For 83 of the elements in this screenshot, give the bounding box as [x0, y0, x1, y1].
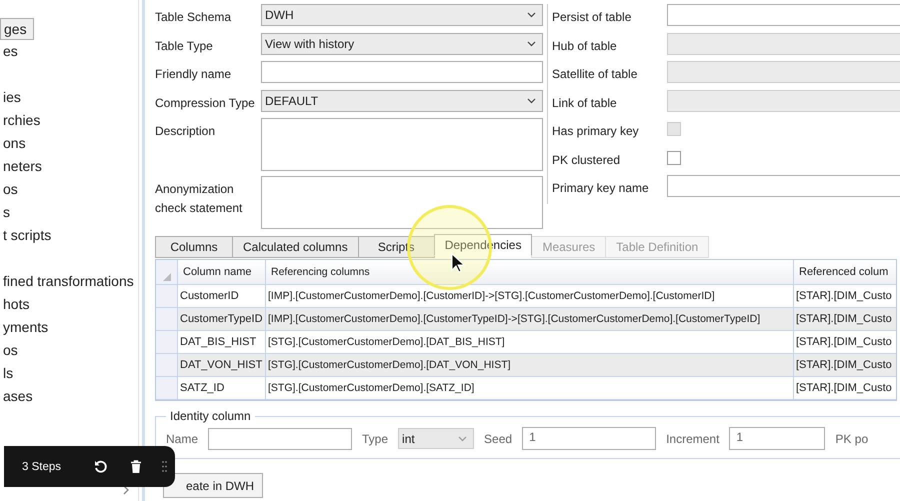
field-label: PK po — [835, 432, 868, 446]
table-cell: CustomerTypeID — [178, 308, 266, 330]
table-cell: CustomerID — [178, 285, 266, 307]
input-field[interactable] — [667, 175, 900, 197]
sidebar-item[interactable]: s — [0, 201, 23, 224]
caret-icon — [527, 98, 536, 104]
input-field[interactable]: 1 — [729, 427, 826, 450]
row-header[interactable] — [156, 308, 178, 330]
sidebar-item[interactable]: es — [0, 40, 23, 63]
table-cell-text: [STAR].[DIM_Custo — [795, 335, 893, 350]
trash-icon[interactable] — [130, 460, 142, 473]
row-header[interactable] — [156, 354, 178, 376]
text-area[interactable] — [261, 118, 543, 171]
field-label: Table Type — [155, 38, 214, 54]
cursor-icon — [451, 253, 465, 273]
table-cell-text: [STAR].[DIM_Custo — [795, 289, 893, 304]
field-label: Friendly name — [155, 66, 232, 83]
tab[interactable]: Columns — [155, 236, 233, 258]
sidebar-item[interactable]: ls — [0, 362, 23, 385]
field-label: Compression Type — [155, 94, 256, 112]
field-label: Description — [155, 123, 216, 140]
checkbox[interactable] — [667, 150, 681, 164]
steps-count: 3 Steps — [22, 460, 62, 472]
field-label: PK clustered — [552, 152, 622, 168]
sidebar-item[interactable]: t scripts — [0, 224, 52, 247]
field-label: Anonymization check statement — [155, 181, 244, 217]
caret-icon — [527, 12, 536, 18]
field-label: Has primary key — [552, 123, 640, 140]
sort-corner-icon — [162, 273, 170, 281]
sidebar-item[interactable]: neters — [0, 155, 42, 178]
table-cell-text: [STAR].[DIM_Custo — [795, 381, 893, 396]
input-field[interactable] — [208, 428, 352, 450]
chevron-right-icon[interactable] — [122, 485, 130, 495]
table-cell: [STG].[CustomerCustomerDemo].[DAT_VON_HIST] — [266, 354, 794, 376]
tab[interactable]: Calculated columns — [232, 236, 359, 258]
table-cell: [STG].[CustomerCustomerDemo].[SATZ_ID] — [266, 377, 794, 399]
input-field[interactable]: 1 — [522, 427, 656, 450]
sidebar-item[interactable]: ons — [0, 132, 26, 155]
sidebar-item[interactable]: os — [0, 339, 23, 362]
sidebar-item[interactable]: os — [0, 178, 23, 201]
dropdown[interactable]: int — [398, 428, 474, 449]
group-title: Identity column — [169, 409, 252, 423]
field-label: Table Schema — [155, 9, 232, 26]
table-cell: [IMP].[CustomerCustomerDemo].[CustomerTypeID]->[STG].[CustomerCustomerDemo].[CustomerTypeID] — [266, 308, 794, 330]
input-field[interactable] — [667, 4, 900, 26]
table-cell: SATZ_ID — [178, 377, 266, 399]
sidebar-item[interactable]: hots — [0, 293, 30, 316]
dropdown[interactable]: DWH — [261, 4, 543, 26]
sidebar-item[interactable]: ases — [0, 385, 33, 408]
field-label: Primary key name — [552, 180, 650, 197]
field-label: Type — [362, 432, 388, 446]
field-label: Seed — [484, 432, 512, 446]
field-label: Link of table — [552, 94, 618, 112]
table-cell: [IMP].[CustomerCustomerDemo].[CustomerID]->[STG].[CustomerCustomerDemo].[CustomerID] — [266, 285, 794, 307]
table-cell: DAT_BIS_HIST — [178, 331, 266, 353]
sidebar-item[interactable]: ies — [0, 86, 23, 109]
dropdown[interactable]: DEFAULT — [261, 90, 543, 112]
caret-icon — [458, 436, 468, 442]
column-header[interactable]: Column name — [178, 260, 266, 284]
table-cell-text: [STAR].[DIM_Custo — [795, 358, 893, 373]
row-header[interactable] — [156, 285, 178, 307]
sidebar-item[interactable]: ges — [0, 18, 34, 40]
input-field[interactable] — [261, 61, 543, 83]
field-label: Persist of table — [552, 9, 632, 26]
create-button[interactable]: eate in DWH — [163, 473, 264, 498]
field-label: Satellite of table — [552, 66, 638, 83]
dropdown[interactable]: View with history — [261, 32, 543, 54]
field-label: Hub of table — [552, 38, 618, 54]
sidebar-item[interactable]: yments — [0, 316, 48, 339]
field-label: Name — [166, 432, 198, 446]
row-header[interactable] — [156, 377, 178, 399]
undo-icon[interactable] — [94, 460, 108, 474]
sidebar-item[interactable]: fined transformations — [0, 270, 134, 293]
table-cell: [STG].[CustomerCustomerDemo].[DAT_BIS_HIST] — [266, 331, 794, 353]
column-header[interactable]: Referenced colum — [794, 260, 894, 284]
field-label: Increment — [666, 432, 720, 446]
table-cell: DAT_VON_HIST — [178, 354, 266, 376]
sidebar-item[interactable]: rchies — [0, 109, 40, 132]
text-area[interactable] — [261, 176, 543, 229]
caret-icon — [527, 40, 536, 46]
table-cell-text: [STAR].[DIM_Custo — [795, 312, 893, 327]
row-header[interactable] — [156, 331, 178, 353]
drag-handle-icon[interactable] — [162, 461, 167, 472]
